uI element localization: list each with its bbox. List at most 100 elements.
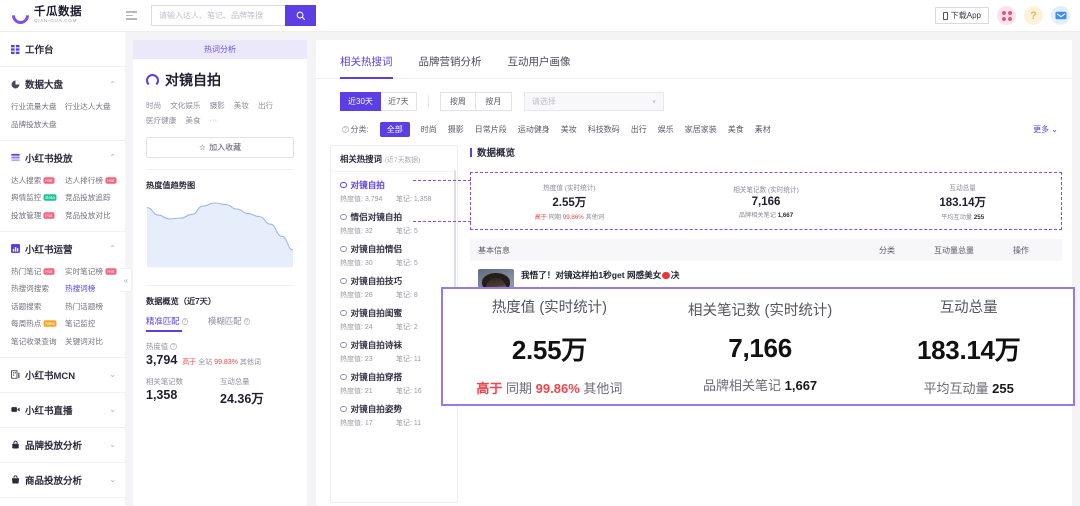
word-list-item[interactable]: 对镜自拍闺蜜 热度值: 24 笔记: 2 bbox=[331, 300, 457, 332]
category-option-9[interactable]: 娱乐 bbox=[658, 124, 674, 135]
chevron-down-icon[interactable]: ⌄ bbox=[109, 440, 116, 449]
word-list-item[interactable]: 情侣对镜自拍 热度值: 32 笔记: 5 bbox=[331, 204, 457, 236]
stat-sub: 品牌相关笔记 1,667 bbox=[703, 378, 818, 393]
info-icon[interactable]: ? bbox=[181, 318, 188, 325]
tab-2[interactable]: 品牌营销分析 bbox=[419, 54, 482, 78]
tab-exact-match[interactable]: 精准匹配? bbox=[146, 315, 188, 332]
keyword-tag[interactable]: 时尚 bbox=[146, 100, 161, 111]
stat-label: 热度值 (实时统计) bbox=[543, 184, 596, 192]
sidebar-group-label: 品牌投放分析 bbox=[25, 440, 83, 452]
chevron-down-icon[interactable]: ⌄ bbox=[109, 475, 116, 484]
sidebar-item-4-4[interactable]: 热搜词榜 bbox=[65, 280, 119, 297]
word-list-item[interactable]: 对镜自拍技巧 热度值: 28 笔记: 8 bbox=[331, 268, 457, 300]
sidebar-group-label: 商品投放分析 bbox=[25, 475, 83, 487]
category-option-3[interactable]: 摄影 bbox=[448, 124, 464, 135]
category-option-1[interactable]: 全部 bbox=[379, 122, 410, 137]
sidebar-item-2-1[interactable]: 行业流量大盘 bbox=[11, 98, 65, 115]
download-app-button[interactable]: 下载App bbox=[934, 7, 989, 24]
sidebar-item-3-2[interactable]: 达人排行榜 Hot bbox=[65, 172, 119, 189]
sidebar-item-2-2[interactable]: 行业达人大盘 bbox=[65, 98, 119, 115]
stat-value: 2.55万 bbox=[511, 335, 587, 365]
info-icon[interactable]: ? bbox=[170, 343, 177, 350]
category-option-4[interactable]: 日常片段 bbox=[475, 124, 507, 135]
mail-envelope-icon[interactable] bbox=[1051, 6, 1070, 25]
stat-sub: 高于 同期 99.86% 其他词 bbox=[476, 381, 623, 396]
category-option-8[interactable]: 出行 bbox=[631, 124, 647, 135]
chevron-up-icon[interactable]: ⌃ bbox=[109, 80, 116, 89]
word-list-item[interactable]: 对镜自拍情侣 热度值: 30 笔记: 5 bbox=[331, 236, 457, 268]
sidebar-item-4-7[interactable]: 每周热点 New bbox=[11, 315, 65, 332]
help-question-icon[interactable]: ? bbox=[1024, 6, 1043, 25]
group-option-1[interactable]: 按周 bbox=[439, 92, 476, 111]
keyword-tag[interactable]: 文化娱乐 bbox=[170, 100, 200, 111]
chevron-down-icon[interactable]: ⌄ bbox=[109, 405, 116, 414]
keyword-tag[interactable]: ··· bbox=[210, 115, 218, 126]
keyword-tag[interactable]: 出行 bbox=[258, 100, 273, 111]
sidebar-group-4[interactable]: 小红书运营 ⌃ bbox=[0, 239, 125, 259]
sidebar-item-4-5[interactable]: 话题搜索 bbox=[11, 298, 65, 315]
add-favorite-label: 加入收藏 bbox=[209, 143, 242, 152]
category-more-button[interactable]: 更多 ⌄ bbox=[1033, 124, 1058, 135]
sidebar-item-3-1[interactable]: 达人搜索 Hot bbox=[11, 172, 65, 189]
sidebar-group-5[interactable]: 小红书MCN ⌄ bbox=[0, 365, 125, 385]
category-option-11[interactable]: 美食 bbox=[728, 124, 744, 135]
chevron-down-icon[interactable]: ⌄ bbox=[109, 370, 116, 379]
sidebar-item-4-9[interactable]: 笔记收录查询 bbox=[11, 332, 65, 349]
main-content: 相关热搜词 品牌营销分析 互动用户画像 近30天 近7天 按周 按月 请选择 ▾ ? 分类… bbox=[316, 40, 1072, 506]
sidebar-group-1[interactable]: 工作台 bbox=[0, 39, 125, 59]
add-favorite-button[interactable]: ☆ 加入收藏 bbox=[146, 137, 294, 158]
category-option-2[interactable]: 时尚 bbox=[421, 124, 437, 135]
chevron-up-icon[interactable]: ⌃ bbox=[109, 153, 116, 162]
word-name: 对镜自拍闺蜜 bbox=[350, 308, 403, 318]
search-button[interactable] bbox=[285, 5, 316, 26]
note-title[interactable]: 我悟了！对镜这样拍1秒get 网感美女决 bbox=[521, 269, 679, 281]
word-list-item[interactable]: 对镜自拍穿搭 热度值: 21 笔记: 16 bbox=[331, 364, 457, 396]
sidebar-item-4-3[interactable]: 热搜词搜索 bbox=[11, 280, 65, 297]
tab-3[interactable]: 互动用户画像 bbox=[508, 54, 571, 78]
tab-1[interactable]: 相关热搜词 bbox=[340, 54, 393, 79]
sidebar-group-3[interactable]: 小红书投放 ⌃ bbox=[0, 148, 125, 168]
word-list-item[interactable]: 对镜自拍姿势 热度值: 17 笔记: 11 bbox=[331, 396, 457, 428]
group-option-2[interactable]: 按月 bbox=[475, 92, 512, 111]
period-select[interactable]: 请选择 ▾ bbox=[523, 92, 664, 111]
ring-dot-icon bbox=[340, 245, 347, 253]
range-option-2[interactable]: 近7天 bbox=[380, 92, 417, 111]
sidebar-item-4-6[interactable]: 热门话题榜 bbox=[65, 298, 119, 315]
keyword-tag[interactable]: 美妆 bbox=[234, 100, 249, 111]
word-list-item[interactable]: 对镜自拍诗袜 热度值: 23 笔记: 11 bbox=[331, 332, 457, 364]
sidebar-collapse-handle[interactable]: « bbox=[121, 268, 132, 292]
tab-fuzzy-match[interactable]: 模糊匹配? bbox=[208, 315, 250, 332]
keyword-tag[interactable]: 医疗健康 bbox=[146, 115, 176, 126]
sidebar-item-3-6[interactable]: 竞品投放对比 bbox=[65, 207, 119, 224]
word-notes: 笔记: 2 bbox=[396, 324, 418, 331]
apps-grid-icon[interactable] bbox=[997, 6, 1016, 25]
logo[interactable]: 千瓜数据 QIAN-GUA.COM bbox=[0, 3, 112, 28]
keyword-tag[interactable]: 美食 bbox=[185, 115, 200, 126]
word-list-item[interactable]: 对镜自拍 热度值: 3,794 笔记: 1,358 bbox=[331, 172, 457, 204]
sidebar-item-3-5[interactable]: 投放管理 Hot bbox=[11, 207, 65, 224]
range-option-1[interactable]: 近30天 bbox=[340, 92, 381, 111]
sidebar-item-2-3[interactable]: 品牌投放大盘 bbox=[11, 115, 65, 132]
info-icon[interactable]: ? bbox=[342, 126, 349, 133]
category-option-7[interactable]: 科技数码 bbox=[588, 124, 620, 135]
category-option-6[interactable]: 美妆 bbox=[561, 124, 577, 135]
chevron-up-icon[interactable]: ⌃ bbox=[109, 244, 116, 253]
sidebar-group-2[interactable]: 数据大盘 ⌃ bbox=[0, 74, 125, 94]
category-option-10[interactable]: 家居家装 bbox=[685, 124, 717, 135]
sidebar-group-8[interactable]: 商品投放分析 ⌄ bbox=[0, 470, 125, 490]
sidebar-item-3-4[interactable]: 竞品投放追踪 bbox=[65, 189, 119, 206]
sidebar-group-6[interactable]: 小红书直播 ⌄ bbox=[0, 400, 125, 420]
keyword-tag[interactable]: 摄影 bbox=[210, 100, 225, 111]
category-option-12[interactable]: 素材 bbox=[755, 124, 771, 135]
sidebar-item-4-10[interactable]: 关键词对比 bbox=[65, 332, 119, 349]
search-input[interactable] bbox=[151, 5, 285, 26]
sidebar-item-3-3[interactable]: 舆情监控 Beta bbox=[11, 189, 65, 206]
sidebar-item-4-2[interactable]: 实时笔记榜 Hot bbox=[65, 263, 119, 280]
menu-lines-icon[interactable] bbox=[126, 11, 137, 20]
keyword-tag-list: 时尚 文化娱乐 摄影 美妆 出行医疗健康 美食 ··· bbox=[133, 90, 307, 126]
category-option-5[interactable]: 运动健身 bbox=[518, 124, 550, 135]
sidebar-item-4-1[interactable]: 热门笔记 Hot bbox=[11, 263, 65, 280]
info-icon[interactable]: ? bbox=[243, 318, 250, 325]
sidebar-group-7[interactable]: 品牌投放分析 ⌄ bbox=[0, 435, 125, 455]
sidebar-item-4-8[interactable]: 笔记监控 bbox=[65, 315, 119, 332]
